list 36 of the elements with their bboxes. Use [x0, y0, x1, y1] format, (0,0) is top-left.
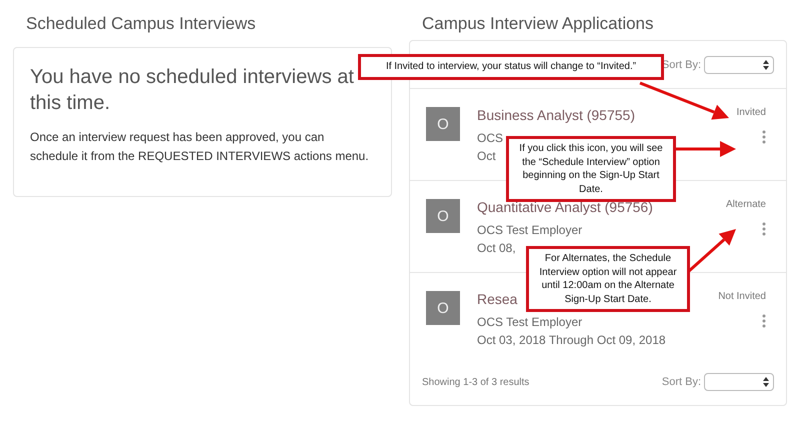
more-options-icon	[762, 314, 766, 328]
avatar: O	[426, 107, 460, 141]
status-label: Alternate	[726, 199, 766, 210]
date-range: Oct 03, 2018 Through Oct 09, 2018	[477, 332, 666, 349]
more-options-icon	[762, 130, 766, 144]
annotation-callout: If you click this icon, you will see the “Schedule Interview” option beginning on the Sign-Up Start Date.	[506, 136, 676, 202]
more-options-button[interactable]	[762, 314, 766, 328]
more-options-button[interactable]	[762, 130, 766, 144]
job-title-link[interactable]: Business Analyst (95755)	[477, 107, 635, 123]
section-heading: Campus Interview Applications	[422, 14, 655, 34]
avatar: O	[426, 291, 460, 325]
avatar: O	[426, 199, 460, 233]
status-label: Not Invited	[718, 291, 766, 302]
status-label: Invited	[736, 107, 766, 118]
more-options-button[interactable]	[762, 222, 766, 236]
section-heading: Scheduled Campus Interviews	[26, 14, 257, 34]
empty-title: You have no scheduled interviews at this time.	[30, 65, 355, 116]
employer-name: OCS Test Employer	[477, 314, 582, 331]
annotation-callout: For Alternates, the Schedule Interview option will not appear until 12:00am on the Alternate Sign-Up Start Date.	[526, 246, 690, 312]
job-title-link[interactable]: Quantitative Analyst (95756)	[477, 199, 653, 215]
more-options-icon	[762, 222, 766, 236]
employer-name: OCS	[477, 130, 504, 147]
arrow	[676, 141, 736, 157]
sort-select[interactable]	[704, 373, 774, 391]
select-caret-icon	[763, 377, 769, 387]
job-title-link[interactable]: Resea	[477, 291, 518, 307]
empty-text: Once an interview request has been approved, you can schedule it from the REQUESTED INTERVIEWS actions menu.	[30, 129, 370, 165]
select-caret-icon	[763, 60, 769, 70]
results-count: Showing 1-3 of 3 results	[422, 376, 530, 388]
date-range: Oct	[477, 148, 496, 165]
date-range: Oct 08,	[477, 240, 516, 257]
sort-select[interactable]	[704, 56, 774, 74]
employer-name: OCS Test Employer	[477, 222, 582, 239]
arrow	[688, 229, 736, 272]
sort-label: Sort By:	[662, 376, 701, 388]
annotation-callout: If Invited to interview, your status will change to “Invited.”	[358, 54, 664, 80]
